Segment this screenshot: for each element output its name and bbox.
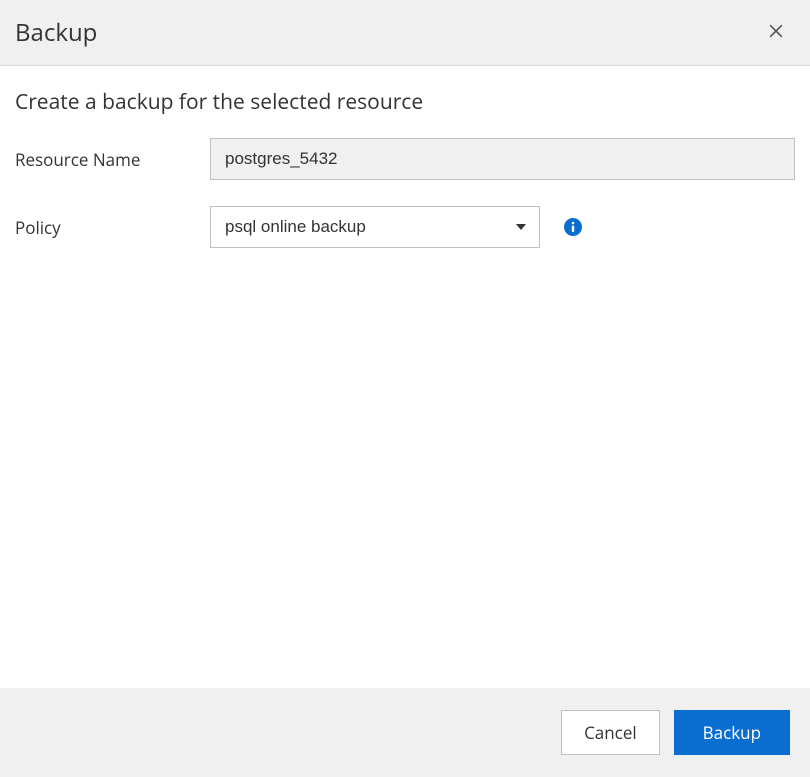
policy-row: Policy psql online backup xyxy=(15,206,795,248)
close-button[interactable] xyxy=(762,17,790,48)
dialog-content: Create a backup for the selected resourc… xyxy=(0,66,810,688)
cancel-button[interactable]: Cancel xyxy=(561,710,660,755)
policy-select-value: psql online backup xyxy=(225,217,366,237)
dialog-footer: Cancel Backup xyxy=(0,688,810,777)
backup-button[interactable]: Backup xyxy=(674,710,790,755)
close-icon xyxy=(766,21,786,44)
resource-name-row: Resource Name xyxy=(15,138,795,180)
resource-name-input xyxy=(210,138,795,180)
resource-name-label: Resource Name xyxy=(15,148,210,171)
dialog-title: Backup xyxy=(15,16,97,49)
info-icon[interactable] xyxy=(564,218,582,236)
policy-label: Policy xyxy=(15,216,210,239)
policy-select[interactable]: psql online backup xyxy=(210,206,540,248)
dialog-header: Backup xyxy=(0,0,810,66)
dialog-subtitle: Create a backup for the selected resourc… xyxy=(15,88,795,116)
policy-select-wrapper: psql online backup xyxy=(210,206,540,248)
